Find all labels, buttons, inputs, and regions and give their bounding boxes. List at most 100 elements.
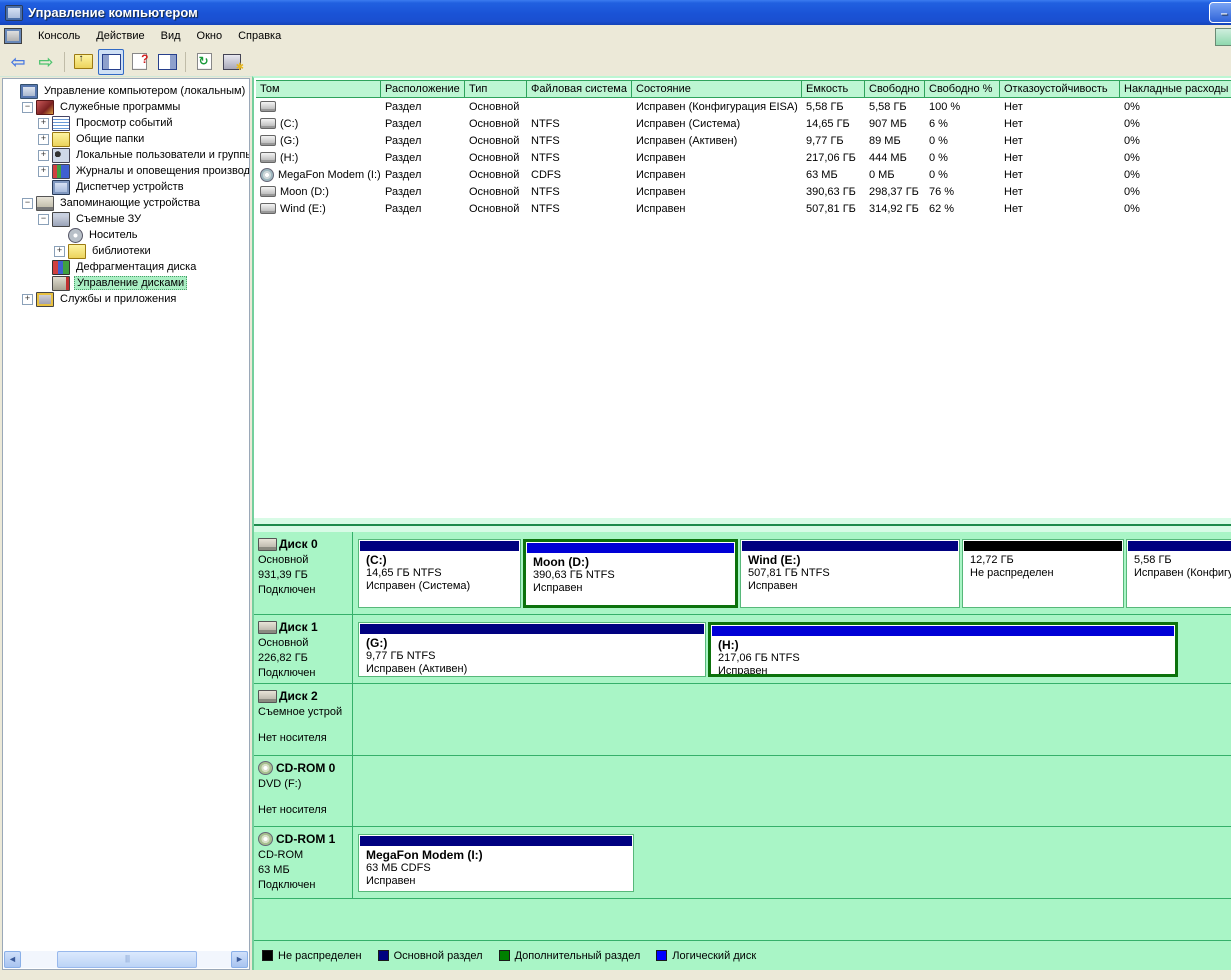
volume-cell: 62 % [925, 203, 1000, 215]
minimize-button[interactable]: ‒ [1209, 2, 1231, 23]
volume-row[interactable]: Wind (E:)РазделОсновнойNTFSИсправен507,8… [256, 200, 1231, 217]
tree-expander[interactable]: + [38, 150, 49, 161]
tree-expander[interactable]: − [22, 102, 33, 113]
console-tree-toggle-button[interactable] [98, 49, 124, 75]
volume-row[interactable]: (C:)РазделОсновнойNTFSИсправен (Система)… [256, 115, 1231, 132]
tree-item-folder[interactable]: +библиотеки [6, 243, 249, 259]
column-header-9[interactable]: Отказоустойчивость [1000, 81, 1120, 97]
volume-cell: Исправен [632, 169, 802, 181]
volume-row[interactable]: MegaFon Modem (I:)РазделОсновнойCDFSИспр… [256, 166, 1231, 183]
action-pane-toggle-button[interactable] [154, 49, 180, 75]
forward-arrow-button[interactable]: ⇨ [33, 49, 59, 75]
volume-icon [260, 135, 276, 146]
menu-Справка[interactable]: Справка [230, 28, 289, 44]
tree-item-local-users[interactable]: +Локальные пользователи и группы [6, 147, 249, 163]
column-header-6[interactable]: Емкость [802, 81, 865, 97]
tree-expander[interactable]: + [38, 166, 49, 177]
partition-status: Не распределен [970, 567, 1123, 580]
menu-Консоль[interactable]: Консоль [30, 28, 88, 44]
column-header-4[interactable]: Файловая система [527, 81, 632, 97]
volume-icon [260, 152, 276, 163]
scroll-left-button[interactable]: ◄ [4, 951, 21, 968]
scroll-right-button[interactable]: ► [231, 951, 248, 968]
up-one-level-button[interactable] [70, 49, 96, 75]
disk-label[interactable]: Диск 2Съемное устройНет носителя [254, 684, 353, 755]
pane-splitter[interactable] [254, 518, 1231, 532]
legend-item: Логический диск [656, 950, 756, 962]
tree-horizontal-scrollbar[interactable]: ◄ ► [4, 951, 248, 968]
volume-cell: Основной [465, 169, 527, 181]
tree-item-performance-logs[interactable]: +Журналы и оповещения производит [6, 163, 249, 179]
disk-info-line: Нет носителя [258, 804, 350, 816]
volume-row[interactable]: РазделОсновнойИсправен (Конфигурация EIS… [256, 98, 1231, 115]
properties-help-icon [132, 53, 147, 70]
menu-Действие[interactable]: Действие [88, 28, 152, 44]
tree-item-storage[interactable]: −Запоминающие устройства [6, 195, 249, 211]
partition-moond[interactable]: Moon (D:)390,63 ГБ NTFSИсправен [523, 539, 738, 608]
scrollbar-thumb[interactable] [57, 951, 197, 968]
toolbar-separator [64, 52, 65, 72]
volume-cell: Нет [1000, 135, 1120, 147]
graphical-disk-view: Диск 0Основной931,39 ГБПодключен(C:)14,6… [254, 532, 1231, 941]
volume-cell: NTFS [527, 118, 632, 130]
partition-name: (H:) [718, 639, 1175, 652]
console-tree-toggle-icon [102, 54, 121, 70]
tree-expander[interactable]: + [38, 118, 49, 129]
volume-list-header: ТомРасположениеТипФайловая системаСостоя… [256, 80, 1231, 98]
volume-cell: 907 МБ [865, 118, 925, 130]
disk-label[interactable]: CD-ROM 1CD-ROM63 МБПодключен [254, 827, 353, 898]
column-header-2[interactable]: Расположение [381, 81, 465, 97]
scrollbar-track[interactable] [21, 951, 231, 968]
tree-item-media[interactable]: Носитель [6, 227, 249, 243]
disk-label[interactable]: Диск 0Основной931,39 ГБПодключен [254, 532, 353, 614]
tree-expander[interactable]: − [22, 198, 33, 209]
partition-g[interactable]: (G:)9,77 ГБ NTFSИсправен (Активен) [358, 622, 706, 677]
volume-cell: 0 % [925, 152, 1000, 164]
column-header-1[interactable]: Том [256, 81, 381, 97]
volume-cell: Нет [1000, 152, 1120, 164]
tree-item-system-tools[interactable]: −Служебные программы [6, 99, 249, 115]
volume-cell: Исправен (Активен) [632, 135, 802, 147]
export-list-button[interactable] [219, 49, 245, 75]
tree-item-services[interactable]: +Службы и приложения [6, 291, 249, 307]
tree-item-diskmgmt[interactable]: Управление дисками [6, 275, 249, 291]
tree-item-removable[interactable]: −Съемные ЗУ [6, 211, 249, 227]
column-header-3[interactable]: Тип [465, 81, 527, 97]
tree-item-device-manager[interactable]: Диспетчер устройств [6, 179, 249, 195]
partition-исправенконфигу[interactable]: 5,58 ГБИсправен (Конфигу [1126, 539, 1231, 608]
column-header-7[interactable]: Свободно [865, 81, 925, 97]
tree-item-computer[interactable]: Управление компьютером (локальным) [6, 83, 249, 99]
title-bar: Управление компьютером ‒ [0, 0, 1231, 25]
menu-bar-window-icon[interactable] [1215, 28, 1231, 46]
refresh-button[interactable] [191, 49, 217, 75]
volume-cell: Раздел [381, 135, 465, 147]
tree-item-defrag[interactable]: Дефрагментация диска [6, 259, 249, 275]
tree-expander[interactable]: − [38, 214, 49, 225]
partition-нераспределен[interactable]: 12,72 ГБНе распределен [962, 539, 1124, 608]
partition-h[interactable]: (H:)217,06 ГБ NTFSИсправен [708, 622, 1178, 677]
disk-label[interactable]: CD-ROM 0DVD (F:)Нет носителя [254, 756, 353, 826]
column-header-8[interactable]: Свободно % [925, 81, 1000, 97]
volume-row[interactable]: (G:)РазделОсновнойNTFSИсправен (Активен)… [256, 132, 1231, 149]
tree-expander[interactable]: + [22, 294, 33, 305]
partition-status: Исправен (Активен) [366, 663, 705, 676]
tree-expander[interactable]: + [54, 246, 65, 257]
volume-row[interactable]: (H:)РазделОсновнойNTFSИсправен217,06 ГБ4… [256, 149, 1231, 166]
column-header-10[interactable]: Накладные расходы [1120, 81, 1231, 97]
volume-cell: Раздел [381, 203, 465, 215]
tree-item-event-viewer[interactable]: +Просмотр событий [6, 115, 249, 131]
tree-item-shared-folders[interactable]: +Общие папки [6, 131, 249, 147]
properties-help-button[interactable] [126, 49, 152, 75]
column-header-5[interactable]: Состояние [632, 81, 802, 97]
tree-expander[interactable]: + [38, 134, 49, 145]
partition-winde[interactable]: Wind (E:)507,81 ГБ NTFSИсправен [740, 539, 960, 608]
partition-megafonmodemi[interactable]: MegaFon Modem (I:)63 МБ CDFSИсправен [358, 834, 634, 892]
partition-c[interactable]: (C:)14,65 ГБ NTFSИсправен (Система) [358, 539, 521, 608]
disk-label[interactable]: Диск 1Основной226,82 ГБПодключен [254, 615, 353, 683]
menu-bar: КонсольДействиеВидОкноСправка [0, 25, 1231, 48]
volume-icon [260, 203, 276, 214]
menu-Окно[interactable]: Окно [189, 28, 231, 44]
volume-row[interactable]: Moon (D:)РазделОсновнойNTFSИсправен390,6… [256, 183, 1231, 200]
menu-Вид[interactable]: Вид [153, 28, 189, 44]
back-arrow-button[interactable]: ⇦ [5, 49, 31, 75]
